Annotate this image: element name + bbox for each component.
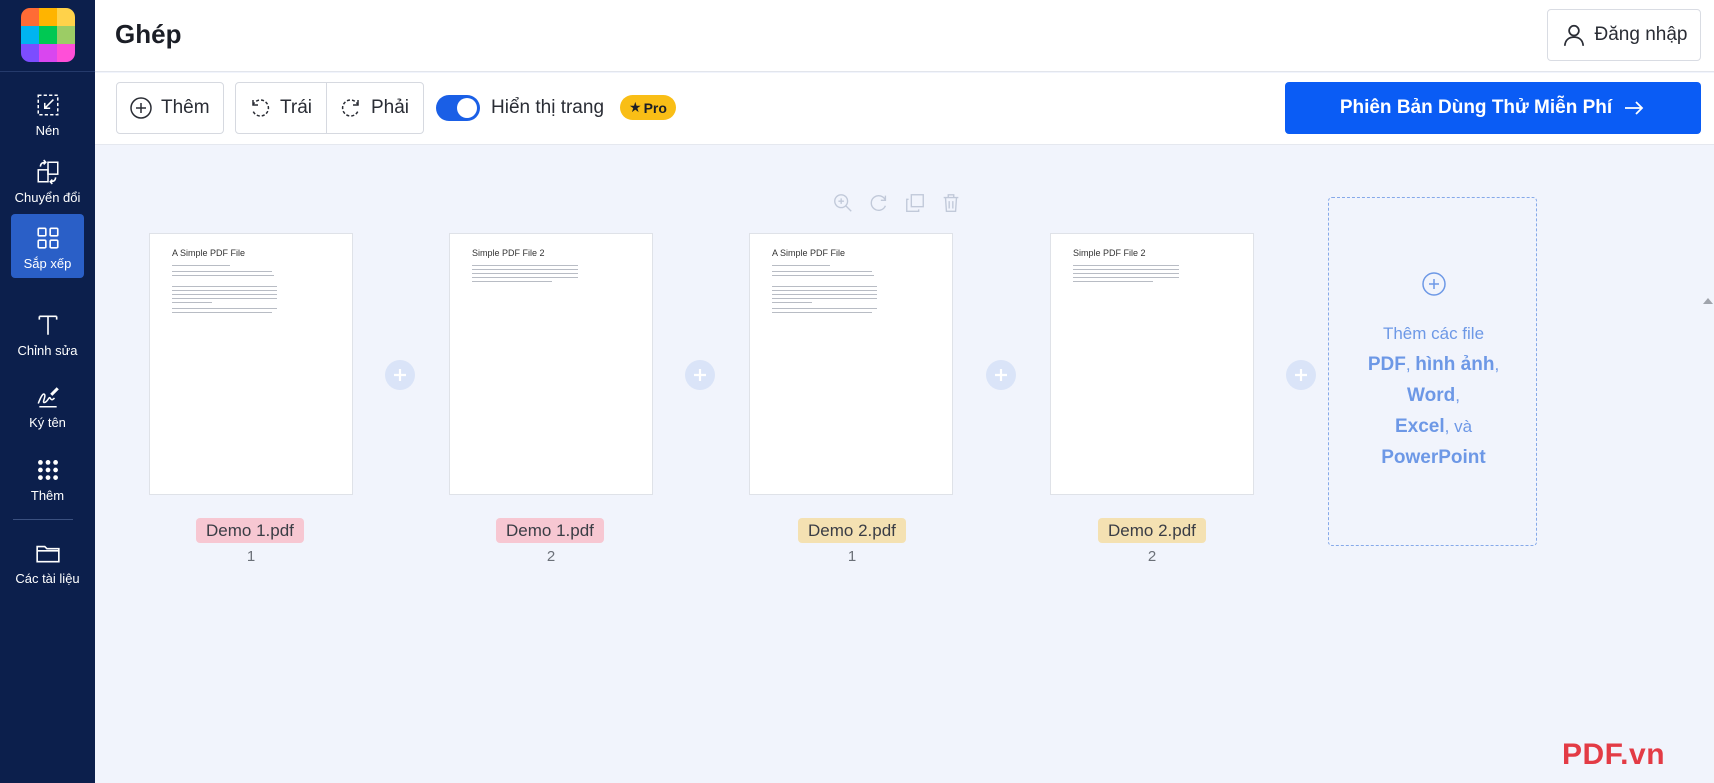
toggle-knob bbox=[457, 98, 477, 118]
sidebar-item-edit[interactable]: Chỉnh sửa bbox=[11, 301, 84, 365]
free-trial-label: Phiên Bản Dùng Thử Miễn Phí bbox=[1339, 97, 1613, 118]
sidebar-item-label: Chỉnh sửa bbox=[17, 343, 78, 358]
sidebar: Nén Chuyển đổi Sắp xếp Chỉnh sửa Ký tên … bbox=[0, 0, 95, 783]
format-powerpoint: PowerPoint bbox=[1381, 447, 1486, 468]
convert-icon bbox=[36, 159, 59, 185]
insert-page-button[interactable] bbox=[385, 360, 415, 390]
sidebar-item-documents[interactable]: Các tài liệu bbox=[11, 529, 84, 593]
sidebar-item-sign[interactable]: Ký tên bbox=[11, 373, 84, 437]
signature-icon bbox=[37, 387, 59, 408]
pro-badge: ★ Pro bbox=[620, 95, 676, 120]
page-thumbnail[interactable]: A Simple PDF File bbox=[149, 233, 353, 495]
star-icon: ★ bbox=[629, 99, 642, 115]
show-pages-toggle[interactable] bbox=[436, 95, 480, 121]
workspace: A Simple PDF File Demo 1.pdf 1 Simple PD… bbox=[95, 146, 1714, 783]
insert-page-button[interactable] bbox=[1286, 360, 1316, 390]
add-label: Thêm bbox=[161, 97, 210, 118]
rotate-right-button[interactable]: Phải bbox=[326, 82, 424, 134]
sidebar-item-label: Chuyển đổi bbox=[14, 190, 81, 205]
login-button[interactable]: Đăng nhập bbox=[1547, 9, 1701, 61]
sidebar-item-convert[interactable]: Chuyển đổi bbox=[11, 148, 84, 212]
thumbnail-title: A Simple PDF File bbox=[172, 248, 246, 258]
rotate-left-label: Trái bbox=[280, 97, 313, 118]
page-number: 2 bbox=[546, 548, 556, 565]
add-files-text: Thêm các file PDF, hình ảnh, Word, Excel… bbox=[1367, 324, 1500, 468]
sidebar-item-label: Ký tên bbox=[29, 415, 66, 430]
page-number: 1 bbox=[847, 548, 857, 565]
plus-icon bbox=[995, 369, 1007, 381]
format-images: hình ảnh bbox=[1415, 354, 1495, 375]
page-title: Ghép bbox=[115, 19, 182, 49]
plus-icon bbox=[1295, 369, 1307, 381]
compress-icon bbox=[36, 94, 59, 116]
arrow-right-icon bbox=[1625, 101, 1644, 115]
sidebar-item-label: Các tài liệu bbox=[15, 571, 80, 586]
pro-label: Pro bbox=[643, 99, 667, 116]
sidebar-divider bbox=[0, 71, 95, 72]
page-thumbnail[interactable]: Simple PDF File 2 bbox=[449, 233, 653, 495]
duplicate-page-icon[interactable] bbox=[904, 192, 926, 214]
toolbar: Thêm Trái Phải Hiển thị trang ★ Pro Phiê… bbox=[95, 73, 1714, 145]
free-trial-button[interactable]: Phiên Bản Dùng Thử Miễn Phí bbox=[1285, 82, 1701, 134]
thumbnail-title: Simple PDF File 2 bbox=[1073, 248, 1146, 258]
page-number: 1 bbox=[246, 548, 256, 565]
rotate-right-icon bbox=[341, 99, 359, 117]
sidebar-item-compress[interactable]: Nén bbox=[11, 81, 84, 145]
page-thumbnail[interactable]: A Simple PDF File bbox=[749, 233, 953, 495]
plus-icon bbox=[694, 369, 706, 381]
sidebar-item-organize[interactable]: Sắp xếp bbox=[11, 214, 84, 278]
file-tag: Demo 2.pdf bbox=[1098, 518, 1206, 543]
watermark: PDF.vn bbox=[1562, 738, 1666, 771]
format-word: Word bbox=[1407, 385, 1456, 406]
user-icon bbox=[1563, 24, 1584, 46]
sidebar-item-label: Nén bbox=[35, 123, 60, 138]
insert-page-button[interactable] bbox=[986, 360, 1016, 390]
format-pdf: PDF bbox=[1367, 354, 1406, 375]
add-files-dropzone[interactable]: Thêm các file PDF, hình ảnh, Word, Excel… bbox=[1328, 197, 1537, 546]
delete-page-icon[interactable] bbox=[940, 192, 962, 214]
app-logo[interactable] bbox=[21, 8, 75, 62]
sidebar-item-label: Thêm bbox=[30, 488, 65, 503]
zoom-in-icon[interactable] bbox=[832, 192, 854, 214]
page-actions bbox=[832, 192, 962, 214]
sidebar-item-label: Sắp xếp bbox=[23, 256, 72, 271]
dots-grid-icon bbox=[37, 460, 58, 480]
page-number: 2 bbox=[1147, 548, 1157, 565]
plus-circle-icon bbox=[130, 97, 152, 119]
sidebar-item-more[interactable]: Thêm bbox=[11, 446, 84, 510]
thumbnail-title: A Simple PDF File bbox=[772, 248, 846, 258]
plus-icon bbox=[394, 369, 406, 381]
scroll-up-icon[interactable] bbox=[1702, 296, 1714, 306]
top-header: Ghép Đăng nhập bbox=[95, 0, 1714, 72]
grid-icon bbox=[36, 227, 59, 249]
rotate-left-button[interactable]: Trái bbox=[235, 82, 327, 134]
login-label: Đăng nhập bbox=[1594, 24, 1688, 45]
plus-circle-icon bbox=[1422, 272, 1446, 296]
file-tag: Demo 1.pdf bbox=[196, 518, 304, 543]
rotate-right-label: Phải bbox=[371, 97, 410, 118]
add-button[interactable]: Thêm bbox=[116, 82, 224, 134]
rotate-left-icon bbox=[252, 99, 270, 117]
sidebar-separator bbox=[13, 519, 73, 520]
rotate-page-icon[interactable] bbox=[868, 192, 890, 214]
add-files-line: Thêm các file bbox=[1382, 324, 1485, 343]
format-and: và bbox=[1454, 417, 1473, 436]
page-thumbnail[interactable]: Simple PDF File 2 bbox=[1050, 233, 1254, 495]
text-icon bbox=[38, 315, 57, 335]
file-tag: Demo 1.pdf bbox=[496, 518, 604, 543]
file-tag: Demo 2.pdf bbox=[798, 518, 906, 543]
format-excel: Excel bbox=[1394, 416, 1445, 437]
folder-icon bbox=[35, 545, 60, 563]
show-pages-label: Hiển thị trang bbox=[491, 97, 605, 118]
thumbnail-title: Simple PDF File 2 bbox=[472, 248, 545, 258]
insert-page-button[interactable] bbox=[685, 360, 715, 390]
